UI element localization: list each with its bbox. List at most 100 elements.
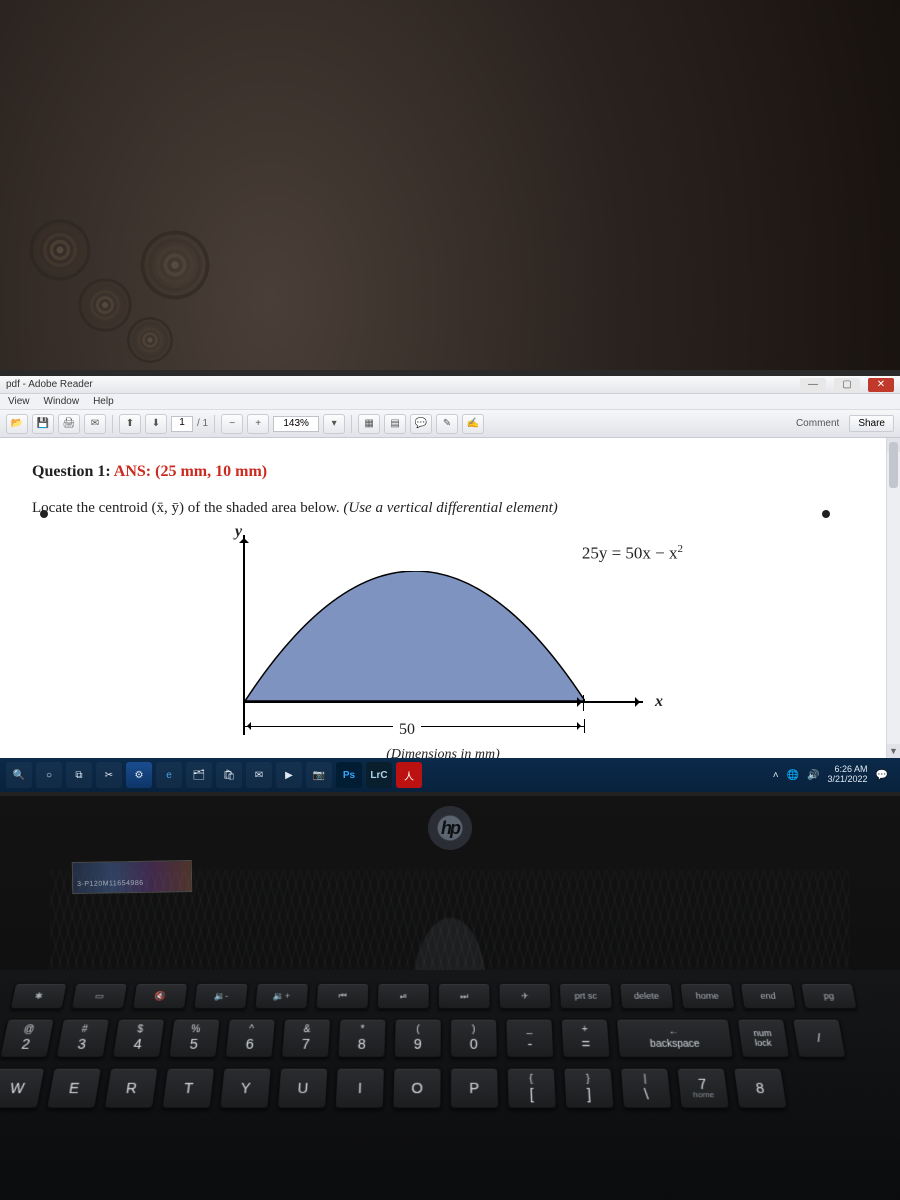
menu-help[interactable]: Help [93,396,114,407]
mail-app-icon[interactable]: ✉ [246,762,272,788]
highlight-icon[interactable]: ✎ [436,414,458,434]
backspace-key[interactable]: ←backspace [616,1019,734,1058]
numpad-7-key[interactable]: 7home [676,1068,730,1109]
settings-icon[interactable]: ⚙ [126,762,152,788]
save-icon[interactable]: 💾 [32,414,54,434]
task-view-icon[interactable]: ⧉ [66,762,92,788]
bracket-key[interactable]: }] [563,1068,614,1109]
letter-key-e[interactable]: E [46,1068,102,1109]
fn-key[interactable]: 🔇 [132,983,188,1009]
number-key[interactable]: #3 [56,1019,110,1058]
open-icon[interactable]: 📂 [6,414,28,434]
number-key[interactable]: *8 [337,1019,386,1058]
menu-window[interactable]: Window [44,396,80,407]
fn-key[interactable]: delete [619,983,674,1009]
number-key[interactable]: &7 [281,1019,331,1058]
lightroom-icon[interactable]: LrC [366,762,392,788]
scroll-down-icon[interactable]: ▼ [887,744,900,758]
y-axis-label: y [235,523,242,541]
function-row: ✱▭🔇🔉-🔉+⏮ ⏯ ⏭ ✈ prt scdeletehomeendpg [10,983,891,1009]
number-key[interactable]: @2 [0,1019,55,1058]
adobe-reader-icon[interactable]: 人 [396,762,422,788]
letter-key-w[interactable]: W [0,1068,45,1109]
letter-key-i[interactable]: I [335,1068,385,1109]
system-tray[interactable]: ˄ 🌐 🔊 6:26 AM 3/21/2022 💬 [773,765,894,785]
prompt-hint: (Use a vertical differential element) [343,500,557,516]
question-number: Question 1: [32,463,114,480]
fit-page-icon[interactable]: ▦ [358,414,380,434]
question-title: Question 1: ANS: (25 mm, 10 mm) [32,462,854,483]
comment-button[interactable]: Comment [790,418,845,429]
camera-icon[interactable]: 📷 [306,762,332,788]
fn-key[interactable]: prt sc [559,983,613,1009]
pdf-document: Question 1: ANS: (25 mm, 10 mm) Locate t… [0,438,886,758]
fn-key[interactable]: ▭ [71,983,128,1009]
share-button[interactable]: Share [849,415,894,432]
page-number-input[interactable]: 1 [171,416,193,432]
network-icon[interactable]: 🌐 [787,770,799,781]
window-close-button[interactable]: ✕ [868,378,894,392]
answer-text: ANS: (25 mm, 10 mm) [114,463,267,480]
fn-key[interactable]: ⏭ [438,983,491,1009]
movies-icon[interactable]: ▶ [276,762,302,788]
comment-bubble-icon[interactable]: 💬 [410,414,432,434]
numlock-key[interactable]: num lock [737,1019,790,1058]
letter-key-p[interactable]: P [450,1068,499,1109]
menubar: View Window Help [0,394,900,410]
number-key[interactable]: ^6 [225,1019,276,1058]
window-maximize-button[interactable]: ▢ [834,378,860,392]
zoom-out-icon[interactable]: − [221,414,243,434]
number-key[interactable]: _- [505,1019,554,1058]
x-tick-arrow-icon [577,697,587,707]
taskbar-clock[interactable]: 6:26 AM 3/21/2022 [828,765,868,785]
letter-key-y[interactable]: Y [219,1068,272,1109]
fn-key[interactable]: 🔉+ [254,983,309,1009]
file-explorer-icon[interactable]: 🗂 [186,762,212,788]
edge-icon[interactable]: e [156,762,182,788]
zoom-in-icon[interactable]: + [247,414,269,434]
letter-key-o[interactable]: O [392,1068,441,1109]
search-icon[interactable]: 🔍 [6,762,32,788]
fn-key[interactable]: home [679,983,735,1009]
fn-key[interactable]: end [740,983,797,1009]
letter-key-t[interactable]: T [161,1068,215,1109]
mail-icon[interactable]: ✉ [84,414,106,434]
number-key[interactable]: %5 [168,1019,220,1058]
number-key[interactable]: (9 [394,1019,442,1058]
store-icon[interactable]: 🛍 [216,762,242,788]
numpad-8-key[interactable]: 8 [733,1068,788,1109]
sign-icon[interactable]: ✍ [462,414,484,434]
vertical-scrollbar[interactable]: ▲ ▼ [886,438,900,758]
fn-key[interactable]: ✱ [10,983,68,1009]
letter-key-r[interactable]: R [104,1068,159,1109]
bracket-key[interactable]: {[ [507,1068,557,1109]
fn-key[interactable]: ⏯ [377,983,430,1009]
fn-key[interactable]: 🔉- [193,983,249,1009]
cortana-icon[interactable]: ○ [36,762,62,788]
volume-icon[interactable]: 🔊 [807,770,819,781]
number-key[interactable]: )0 [450,1019,498,1058]
letter-key-u[interactable]: U [277,1068,329,1109]
zoom-dropdown-icon[interactable]: ▾ [323,414,345,434]
numpad-slash-key[interactable]: / [792,1019,846,1058]
zoom-level[interactable]: 143% [273,416,319,432]
window-minimize-button[interactable]: — [800,378,826,392]
tray-chevron-icon[interactable]: ˄ [773,770,779,781]
fn-key[interactable]: ⏮ [315,983,369,1009]
scrollbar-thumb[interactable] [889,442,898,488]
margin-dot [40,510,48,518]
page-up-icon[interactable]: ⬆ [119,414,141,434]
number-key[interactable]: $4 [112,1019,165,1058]
page-down-icon[interactable]: ⬇ [145,414,167,434]
print-icon[interactable]: 🖨 [58,414,80,434]
fn-key[interactable]: ✈ [498,983,552,1009]
fit-width-icon[interactable]: ▤ [384,414,406,434]
notifications-icon[interactable]: 💬 [876,770,888,781]
number-key[interactable]: += [561,1019,611,1058]
menu-view[interactable]: View [8,396,30,407]
bracket-key[interactable]: |\ [620,1068,672,1109]
photoshop-icon[interactable]: Ps [336,762,362,788]
fn-key[interactable]: pg [800,983,858,1009]
laptop-body: pdf - Adobe Reader — ▢ ✕ View Window Hel… [0,370,900,1200]
snip-icon[interactable]: ✂ [96,762,122,788]
